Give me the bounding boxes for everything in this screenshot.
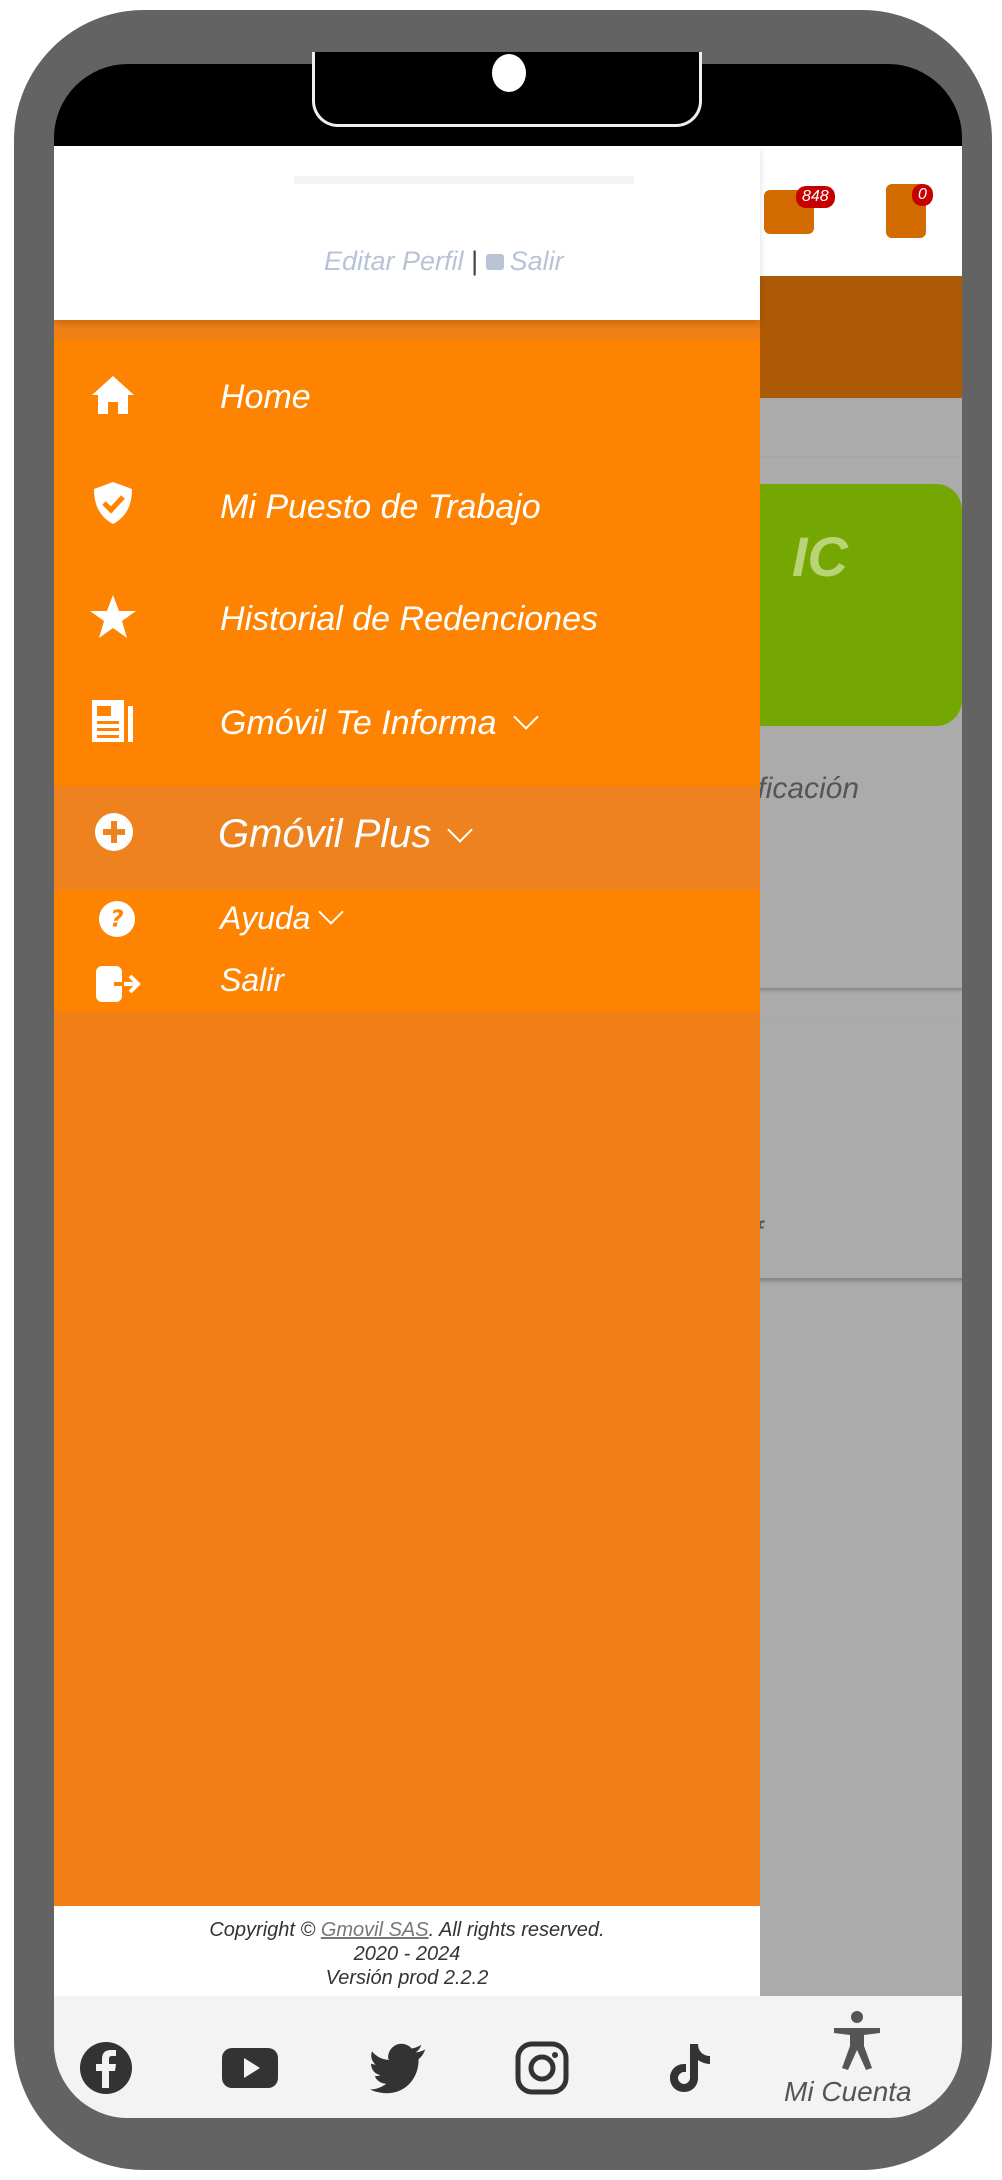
mail-badge: 848 bbox=[796, 186, 835, 208]
menu-item-home[interactable]: Home bbox=[54, 360, 760, 440]
accessibility-icon[interactable] bbox=[830, 2010, 884, 2075]
menu-item-salir[interactable]: Salir bbox=[54, 950, 760, 1010]
menu-item-gmovil-plus[interactable]: Gmóvil Plus bbox=[54, 786, 760, 890]
menu-label-with-chevron: Gmóvil Te Informa bbox=[220, 704, 539, 743]
profile-name-placeholder bbox=[294, 176, 634, 184]
copyright-suffix: . All rights reserved. bbox=[428, 1919, 605, 1941]
menu-item-ayuda[interactable]: ? Ayuda bbox=[54, 890, 760, 950]
chevron-down-icon bbox=[447, 817, 474, 843]
header-logout-link[interactable]: Salir bbox=[510, 246, 564, 276]
menu-label: Historial de Redenciones bbox=[220, 600, 598, 638]
company-link[interactable]: Gmovil SAS bbox=[321, 1919, 429, 1941]
drawer-footer: Copyright © Gmovil SAS. All rights reser… bbox=[54, 1906, 760, 1996]
facebook-icon[interactable] bbox=[76, 2040, 136, 2096]
copyright-prefix: Copyright © bbox=[209, 1919, 321, 1941]
menu-label-with-chevron: Gmóvil Plus bbox=[218, 812, 474, 857]
side-drawer: Editar Perfil | Salir Home Mi Puesto de … bbox=[54, 146, 760, 2118]
green-tile-text: IC bbox=[792, 525, 848, 588]
menu-label: Gmóvil Te Informa bbox=[220, 704, 497, 742]
menu-item-historial[interactable]: Historial de Redenciones bbox=[54, 582, 760, 662]
drawer-header-links: Editar Perfil | Salir bbox=[324, 246, 564, 277]
drawer-header: Editar Perfil | Salir bbox=[54, 146, 760, 320]
chevron-down-icon bbox=[512, 704, 539, 730]
menu-label: Gmóvil Plus bbox=[218, 812, 432, 856]
question-circle-icon: ? bbox=[98, 900, 136, 938]
plus-circle-icon bbox=[95, 813, 133, 851]
svg-text:?: ? bbox=[110, 907, 123, 933]
drawer-menu-lower: ? Ayuda Salir bbox=[54, 890, 760, 1012]
youtube-icon[interactable] bbox=[220, 2040, 280, 2096]
tiktok-icon[interactable] bbox=[658, 2040, 718, 2096]
sign-out-icon bbox=[96, 966, 141, 1002]
chevron-down-icon bbox=[318, 899, 345, 925]
card-caption: lificación bbox=[744, 772, 860, 805]
menu-label: Home bbox=[220, 378, 311, 416]
header-separator: | bbox=[463, 246, 486, 276]
edit-profile-link[interactable]: Editar Perfil bbox=[324, 246, 464, 276]
bottom-nav-mi-cuenta[interactable]: Mi Cuenta bbox=[784, 2076, 912, 2108]
shield-check-icon bbox=[94, 482, 132, 524]
documents-badge: 0 bbox=[912, 184, 933, 206]
app-version: Versión prod 2.2.2 bbox=[325, 1967, 489, 1989]
newspaper-icon bbox=[92, 700, 133, 742]
front-camera bbox=[492, 54, 526, 92]
documents-button[interactable]: 0 bbox=[886, 184, 933, 238]
app-viewport: 848 0 IC lificación f Mi Cuenta Editar P… bbox=[54, 146, 962, 2118]
copyright-line: Copyright © Gmovil SAS. All rights reser… bbox=[54, 1906, 760, 1942]
instagram-icon[interactable] bbox=[512, 2040, 572, 2096]
logout-icon bbox=[485, 254, 504, 270]
menu-label: Ayuda bbox=[220, 900, 311, 936]
social-bar bbox=[54, 1996, 760, 2118]
copyright-years: 2020 - 2024 bbox=[353, 1943, 461, 1965]
star-icon bbox=[90, 595, 136, 638]
menu-label-with-chevron: Ayuda bbox=[220, 899, 345, 937]
menu-item-mi-puesto[interactable]: Mi Puesto de Trabajo bbox=[54, 470, 760, 550]
menu-label: Salir bbox=[220, 962, 285, 998]
home-icon bbox=[92, 376, 134, 414]
twitter-icon[interactable] bbox=[368, 2040, 428, 2096]
mail-button[interactable]: 848 bbox=[764, 186, 835, 234]
menu-item-te-informa[interactable]: Gmóvil Te Informa bbox=[54, 686, 760, 766]
menu-label: Mi Puesto de Trabajo bbox=[220, 488, 541, 526]
